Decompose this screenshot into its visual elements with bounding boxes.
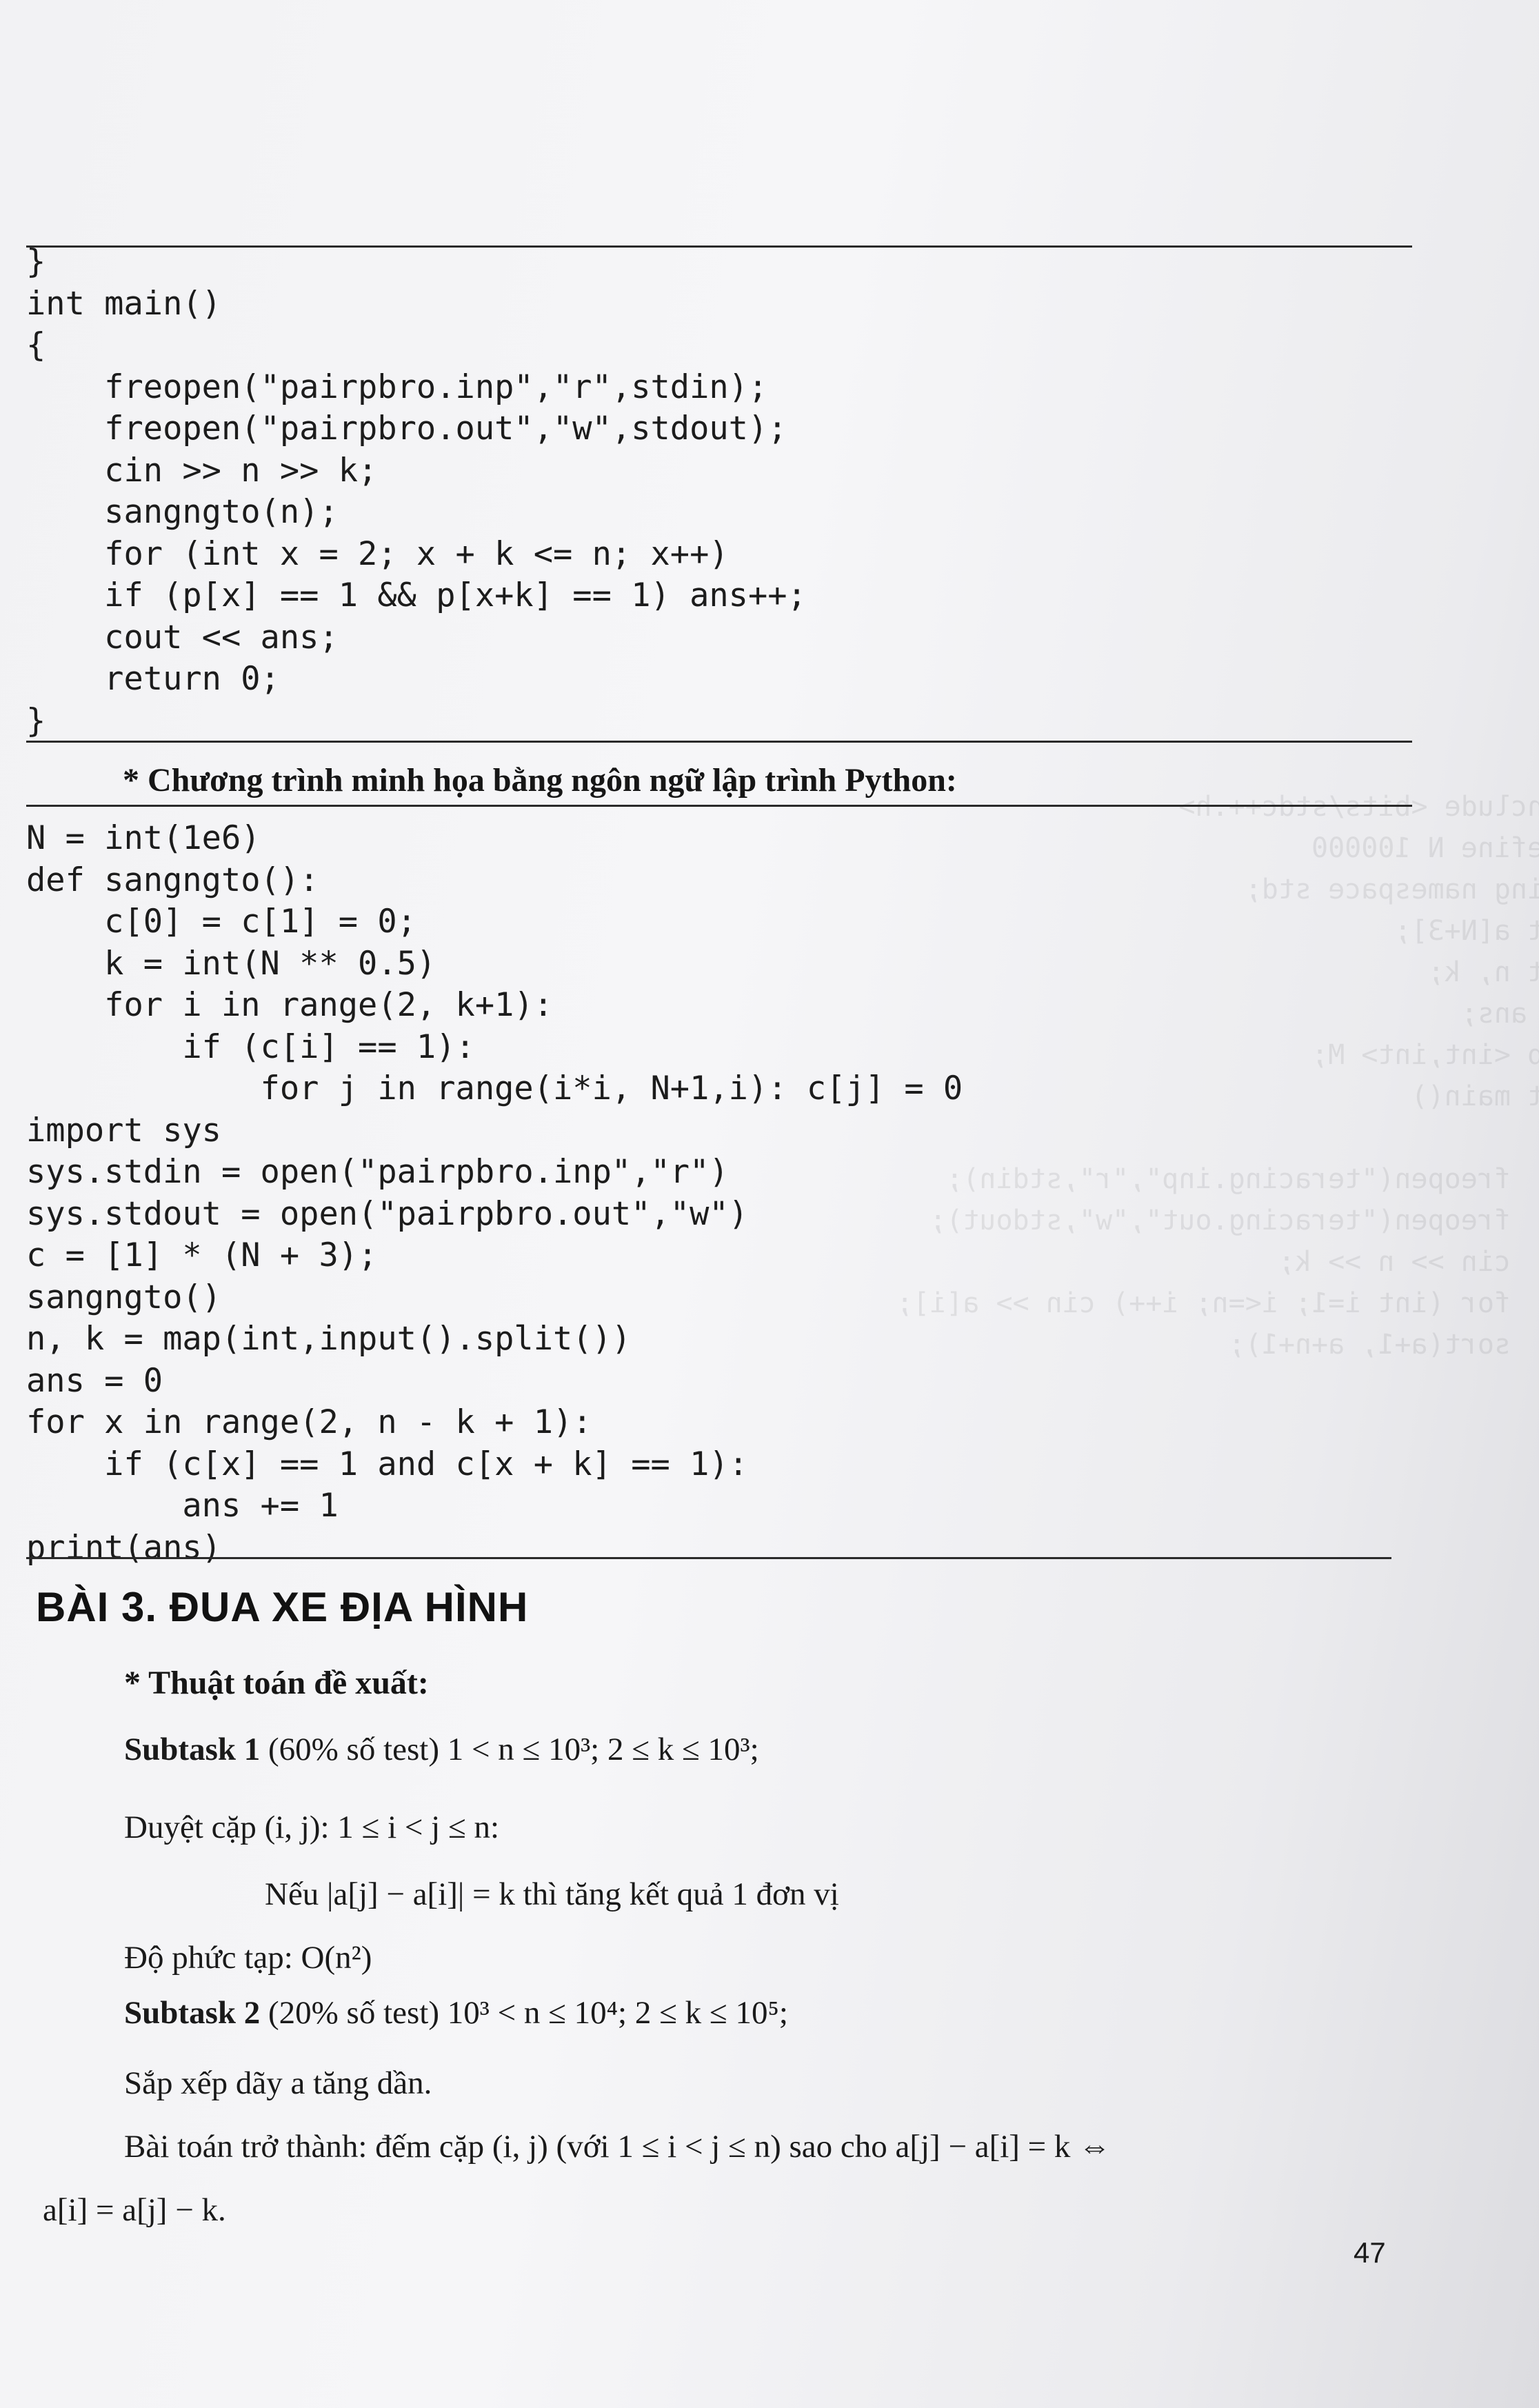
condition-line: Nếu |a[j] − a[i]| = k thì tăng kết quả 1… (265, 1876, 839, 1912)
python-code-line: sys.stdin = open("pairpbro.inp","r") (26, 1153, 729, 1191)
sort-line: Sắp xếp dãy a tăng dần. (124, 2065, 432, 2101)
complexity-line: Độ phức tạp: O(n²) (124, 1940, 372, 1976)
python-code-line: ans = 0 (26, 1361, 163, 1400)
bleed-through: #include <bits/stdc++.h> #define N 10000… (896, 791, 1539, 1361)
subtask2-label: Subtask 2 (124, 1995, 261, 2031)
cpp-code-line: if (p[x] == 1 && p[x+k] == 1) ans++; (26, 576, 807, 614)
python-code-line: for x in range(2, n - k + 1): (26, 1403, 592, 1441)
cpp-code-line: int main() (26, 284, 221, 323)
python-code-block: N = int(1e6) def sangngto(): c[0] = c[1] … (26, 818, 963, 1569)
python-code-line: sys.stdout = open("pairpbro.out","w") (26, 1194, 748, 1233)
python-code-line: k = int(N ** 0.5) (26, 944, 436, 983)
page-number: 47 (1354, 2236, 1386, 2269)
cpp-code-line: } (26, 701, 46, 740)
subtask1-text: (60% số test) 1 < n ≤ 10³; 2 ≤ k ≤ 10³; (260, 1732, 759, 1767)
python-code-line: n, k = map(int,input().split()) (26, 1320, 632, 1358)
cpp-code-line: freopen("pairpbro.inp","r",stdin); (26, 368, 768, 406)
cpp-code-block: } int main(){ freopen("pairpbro.inp","r",… (26, 241, 807, 742)
cpp-code-line: freopen("pairpbro.out","w",stdout); (26, 410, 787, 448)
python-code-line: print(ans) (26, 1528, 221, 1567)
book-page: #include <bits/stdc++.h> #define N 10000… (0, 0, 1539, 2408)
python-code-line: for i in range(2, k+1): (26, 986, 554, 1024)
python-code-line: import sys (26, 1111, 221, 1150)
python-bottom-rule (26, 1557, 1391, 1559)
cpp-code-line: } (26, 243, 46, 281)
problem-line: Bài toán trở thành: đếm cặp (i, j) (với … (124, 2129, 1112, 2165)
python-heading: * Chương trình minh họa bằng ngôn ngữ lậ… (123, 762, 957, 799)
pair-loop-line: Duyệt cặp (i, j): 1 ≤ i < j ≤ n: (124, 1809, 500, 1845)
python-code-line: c[0] = c[1] = 0; (26, 903, 416, 941)
cpp-code-line: return 0; (26, 660, 280, 698)
python-code-line: def sangngto(): (26, 861, 319, 899)
problem-continuation: a[i] = a[j] − k. (43, 2192, 226, 2228)
cpp-code-line: { (26, 326, 46, 364)
python-code-line: N = int(1e6) (26, 819, 261, 857)
python-code-line: if (c[x] == 1 and c[x + k] == 1): (26, 1445, 748, 1483)
cpp-code-line: sangngto(n); (26, 493, 339, 531)
python-code-line: ans += 1 (26, 1487, 339, 1525)
python-code-line: sangngto() (26, 1278, 221, 1316)
cpp-bottom-rule (26, 741, 1412, 743)
cpp-code-line: cout << ans; (26, 618, 339, 656)
section-title: BÀI 3. ĐUA XE ĐỊA HÌNH (36, 1584, 529, 1630)
python-top-rule (26, 805, 1412, 807)
python-code-line: c = [1] * (N + 3); (26, 1236, 378, 1274)
subtask2-line: Subtask 2 (20% số test) 10³ < n ≤ 10⁴; 2… (124, 1994, 788, 2031)
cpp-code-line: for (int x = 2; x + k <= n; x++) (26, 534, 729, 573)
cpp-code-line: cin >> n >> k; (26, 451, 378, 490)
python-code-line: for j in range(i*i, N+1,i): c[j] = 0 (26, 1070, 963, 1107)
python-code-line: if (c[i] == 1): (26, 1027, 475, 1066)
algorithm-heading: * Thuật toán đề xuất: (124, 1665, 429, 1701)
subtask1-line: Subtask 1 (60% số test) 1 < n ≤ 10³; 2 ≤… (124, 1731, 759, 1768)
subtask2-text: (20% số test) 10³ < n ≤ 10⁴; 2 ≤ k ≤ 10⁵… (260, 1995, 788, 2031)
subtask1-label: Subtask 1 (124, 1732, 261, 1767)
